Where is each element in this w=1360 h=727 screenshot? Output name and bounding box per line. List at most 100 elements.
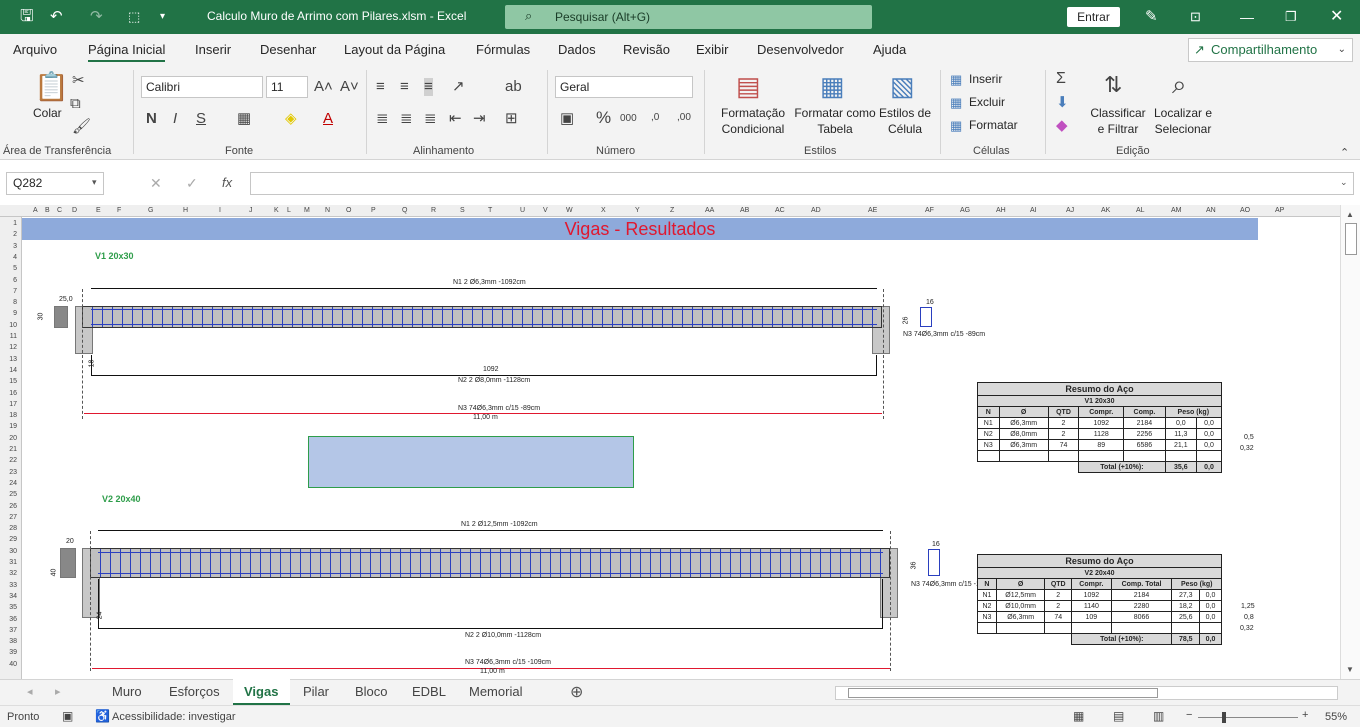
tab-exibir[interactable]: Exibir bbox=[696, 42, 729, 57]
sheet-tab-pilar[interactable]: Pilar bbox=[303, 684, 329, 699]
sort-filter-icon[interactable]: ⇅ bbox=[1104, 72, 1122, 98]
row-header[interactable]: 21 bbox=[9, 446, 17, 453]
column-header[interactable]: AO bbox=[1240, 207, 1250, 214]
shape-button[interactable] bbox=[308, 436, 634, 488]
add-sheet-icon[interactable]: ⊕ bbox=[570, 682, 583, 702]
column-header[interactable]: U bbox=[520, 207, 525, 214]
sheet-tab-muro[interactable]: Muro bbox=[112, 684, 142, 699]
align-center-icon[interactable]: ≣ bbox=[400, 110, 413, 128]
row-header[interactable]: 39 bbox=[9, 649, 17, 656]
row-header[interactable]: 33 bbox=[9, 582, 17, 589]
column-header[interactable]: V bbox=[543, 207, 548, 214]
conditional-format-button[interactable]: Formatação Condicional bbox=[713, 105, 793, 137]
prev-sheet-icon[interactable]: ◂ bbox=[27, 685, 33, 698]
restore-icon[interactable]: ❐ bbox=[1285, 6, 1297, 28]
touch-mode-icon[interactable]: ⬚ bbox=[128, 6, 140, 28]
accessibility-icon[interactable]: ♿ bbox=[95, 709, 110, 723]
row-header[interactable]: 4 bbox=[13, 254, 17, 261]
column-header[interactable]: AK bbox=[1101, 207, 1110, 214]
row-header[interactable]: 31 bbox=[9, 559, 17, 566]
column-header[interactable]: E bbox=[96, 207, 101, 214]
row-header[interactable]: 15 bbox=[9, 378, 17, 385]
scroll-thumb[interactable] bbox=[1345, 223, 1357, 255]
accounting-format-icon[interactable]: ▣ bbox=[560, 110, 574, 128]
customize-quick-access-icon[interactable]: ▾ bbox=[160, 6, 165, 28]
format-table-icon[interactable]: ▦ bbox=[820, 72, 845, 100]
sheet-tab-edbl[interactable]: EDBL bbox=[412, 684, 446, 699]
zoom-slider-thumb[interactable] bbox=[1222, 712, 1226, 723]
grow-font-icon[interactable]: A˄ bbox=[314, 78, 333, 96]
page-layout-icon[interactable]: ▤ bbox=[1113, 709, 1124, 723]
normal-view-icon[interactable]: ▦ bbox=[1073, 709, 1084, 723]
italic-button[interactable]: I bbox=[173, 110, 177, 128]
vertical-scrollbar[interactable]: ▲ ▼ bbox=[1340, 205, 1360, 679]
tab-inserir[interactable]: Inserir bbox=[195, 42, 231, 57]
pen-icon[interactable]: ✎ bbox=[1145, 6, 1158, 28]
row-header[interactable]: 27 bbox=[9, 514, 17, 521]
ribbon-display-icon[interactable]: ⊡ bbox=[1190, 6, 1201, 28]
delete-cells-icon[interactable]: ▦ bbox=[950, 94, 962, 112]
column-header[interactable]: T bbox=[488, 207, 492, 214]
cell-styles-icon[interactable]: ▧ bbox=[890, 72, 915, 100]
cell-styles-button[interactable]: Estilos de Célula bbox=[878, 105, 932, 137]
column-header[interactable]: AB bbox=[740, 207, 749, 214]
save-icon[interactable]: 🖫 bbox=[20, 6, 34, 28]
row-header[interactable]: 12 bbox=[9, 344, 17, 351]
collapse-ribbon-icon[interactable]: ⌃ bbox=[1340, 144, 1349, 162]
align-right-icon[interactable]: ≣ bbox=[424, 110, 437, 128]
column-header[interactable]: AH bbox=[996, 207, 1006, 214]
insert-cells-button[interactable]: Inserir bbox=[969, 71, 1002, 87]
share-button[interactable]: ↗ Compartilhamento ⌄ bbox=[1188, 38, 1353, 62]
align-bottom-icon[interactable]: ≡ bbox=[424, 78, 433, 96]
column-header[interactable]: P bbox=[371, 207, 376, 214]
zoom-slider[interactable] bbox=[1198, 717, 1298, 718]
column-header[interactable]: S bbox=[460, 207, 465, 214]
row-header[interactable]: 10 bbox=[9, 322, 17, 329]
column-header[interactable]: J bbox=[249, 207, 253, 214]
column-header[interactable]: F bbox=[117, 207, 121, 214]
fill-color-icon[interactable]: ◈ bbox=[285, 110, 297, 128]
percent-icon[interactable]: % bbox=[596, 109, 611, 127]
row-header[interactable]: 19 bbox=[9, 423, 17, 430]
column-header[interactable]: I bbox=[219, 207, 221, 214]
fill-icon[interactable]: ⬇ bbox=[1056, 94, 1069, 112]
column-header[interactable]: C bbox=[57, 207, 62, 214]
row-header[interactable]: 38 bbox=[9, 638, 17, 645]
align-left-icon[interactable]: ≣ bbox=[376, 110, 389, 128]
column-header[interactable]: N bbox=[325, 207, 330, 214]
format-cells-button[interactable]: Formatar bbox=[969, 117, 1018, 133]
column-header[interactable]: AL bbox=[1136, 207, 1145, 214]
tab-formulas[interactable]: Fórmulas bbox=[476, 42, 530, 57]
merge-center-icon[interactable]: ⊞ bbox=[505, 110, 518, 128]
row-header[interactable]: 3 bbox=[13, 243, 17, 250]
font-size-select[interactable]: 11 bbox=[266, 76, 308, 98]
tab-desenhar[interactable]: Desenhar bbox=[260, 42, 316, 57]
expand-formula-icon[interactable]: ⌄ bbox=[1340, 177, 1348, 188]
bold-button[interactable]: N bbox=[146, 110, 157, 128]
search-box[interactable]: ⌕ Pesquisar (Alt+G) bbox=[505, 5, 872, 29]
horizontal-scroll-thumb[interactable] bbox=[848, 688, 1158, 698]
accessibility-status[interactable]: Acessibilidade: investigar bbox=[112, 711, 236, 723]
column-header[interactable]: AE bbox=[868, 207, 877, 214]
tab-desenvolvedor[interactable]: Desenvolvedor bbox=[757, 42, 844, 57]
tab-revisao[interactable]: Revisão bbox=[623, 42, 670, 57]
column-header[interactable]: K bbox=[274, 207, 279, 214]
autosum-icon[interactable]: Σ bbox=[1056, 70, 1066, 88]
sheet-tab-bloco[interactable]: Bloco bbox=[355, 684, 388, 699]
format-painter-icon[interactable]: 🖌 bbox=[72, 118, 91, 136]
insert-function-icon[interactable]: fx bbox=[222, 175, 232, 190]
scroll-down-icon[interactable]: ▼ bbox=[1346, 665, 1354, 674]
row-header[interactable]: 28 bbox=[9, 525, 17, 532]
number-format-select[interactable]: Geral bbox=[555, 76, 693, 98]
row-header[interactable]: 40 bbox=[9, 661, 17, 668]
sort-filter-button[interactable]: Classificar e Filtrar bbox=[1089, 105, 1147, 137]
row-header[interactable]: 22 bbox=[9, 457, 17, 464]
row-header[interactable]: 9 bbox=[13, 310, 17, 317]
row-header[interactable]: 2 bbox=[13, 231, 17, 238]
row-header[interactable]: 6 bbox=[13, 277, 17, 284]
comma-style-icon[interactable]: 000 bbox=[620, 110, 637, 128]
sign-in-button[interactable]: Entrar bbox=[1067, 7, 1120, 27]
font-name-select[interactable]: Calibri bbox=[141, 76, 263, 98]
tab-dados[interactable]: Dados bbox=[558, 42, 596, 57]
column-header[interactable]: H bbox=[183, 207, 188, 214]
